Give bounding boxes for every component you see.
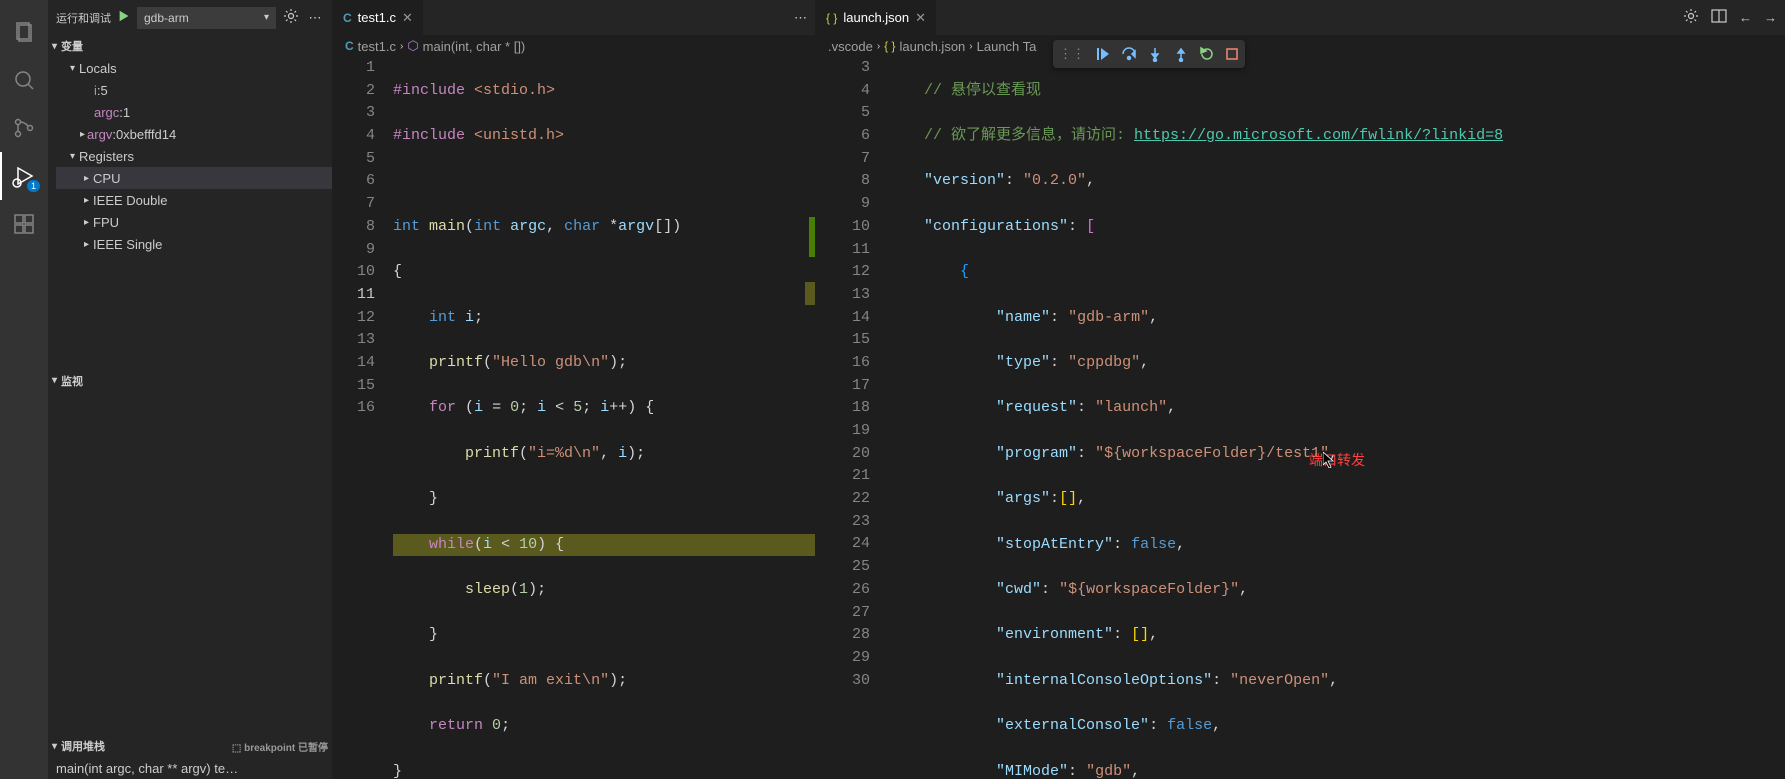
sidebar-header: 运行和调试 gdb-arm ▾ ⋯: [48, 0, 332, 35]
drag-handle-icon[interactable]: ⋮⋮: [1059, 46, 1085, 62]
chevron-down-icon: ▾: [70, 151, 75, 162]
cursor-icon: [1323, 452, 1335, 468]
step-out-button[interactable]: [1173, 46, 1189, 62]
explorer-icon[interactable]: [0, 8, 48, 56]
gear-icon[interactable]: [1683, 8, 1699, 27]
editor-pane-left: C test1.c ✕ ⋯ C test1.c › ⬡ main(int, ch…: [333, 0, 816, 779]
arrow-left-icon[interactable]: ←: [1739, 10, 1752, 25]
debug-badge: 1: [27, 180, 40, 192]
code-editor-left[interactable]: 12345678910 111213141516 #include <stdio…: [333, 57, 815, 779]
start-debug-button[interactable]: [117, 9, 131, 26]
minimap[interactable]: [805, 57, 815, 779]
callstack-section[interactable]: ▾ 调用堆栈 ⬚ breakpoint 已暂停: [48, 735, 332, 757]
reg-group[interactable]: ▸FPU: [56, 211, 332, 233]
c-file-icon: C: [345, 39, 354, 53]
sidebar-title: 运行和调试: [56, 10, 111, 26]
close-icon[interactable]: ✕: [402, 10, 413, 26]
continue-button[interactable]: [1095, 46, 1111, 62]
run-debug-icon[interactable]: 1: [0, 152, 48, 200]
gear-icon[interactable]: [282, 8, 300, 27]
var-item[interactable]: i: 5: [56, 79, 332, 101]
step-over-button[interactable]: [1121, 46, 1137, 62]
editor-pane-right: { } launch.json ✕ ← → .vscode › { } laun…: [816, 0, 1785, 779]
code-content[interactable]: // 悬停以查看现 // 欲了解更多信息，请访问: https://go.mic…: [888, 57, 1785, 779]
code-editor-right[interactable]: 3456789101112131415161718192021222324252…: [816, 57, 1785, 779]
chevron-down-icon: ▾: [52, 41, 57, 52]
launch-config-select[interactable]: gdb-arm ▾: [137, 7, 276, 29]
locals-scope[interactable]: ▾ Locals: [56, 57, 332, 79]
chevron-right-icon: ▸: [80, 129, 85, 140]
registers-scope[interactable]: ▾ Registers: [56, 145, 332, 167]
more-icon[interactable]: ⋯: [306, 10, 324, 26]
chevron-down-icon: ▾: [52, 375, 57, 386]
chevron-right-icon: ▸: [84, 217, 89, 228]
line-numbers: 3456789101112131415161718192021222324252…: [816, 57, 888, 779]
close-icon[interactable]: ✕: [915, 10, 926, 26]
reg-group[interactable]: ▸CPU: [56, 167, 332, 189]
tabs-left: C test1.c ✕ ⋯: [333, 0, 815, 35]
restart-button[interactable]: [1199, 46, 1215, 62]
activity-bar: 1: [0, 0, 48, 779]
arrow-right-icon[interactable]: →: [1764, 10, 1777, 25]
search-icon[interactable]: [0, 56, 48, 104]
breadcrumb-right[interactable]: .vscode › { } launch.json › Launch Ta: [816, 35, 1785, 57]
editor-group: C test1.c ✕ ⋯ C test1.c › ⬡ main(int, ch…: [333, 0, 1785, 779]
debug-toolbar[interactable]: ⋮⋮: [1053, 40, 1245, 68]
variables-section[interactable]: ▾ 变量: [48, 35, 332, 57]
var-item[interactable]: ▸argv: 0xbefffd14: [56, 123, 332, 145]
chevron-right-icon: ▸: [84, 239, 89, 250]
line-numbers: 12345678910 111213141516: [333, 57, 393, 779]
chevron-down-icon: ▾: [264, 12, 269, 23]
launch-config-name: gdb-arm: [144, 11, 189, 25]
breadcrumb-left[interactable]: C test1.c › ⬡ main(int, char * []): [333, 35, 815, 57]
split-editor-icon[interactable]: [1711, 8, 1727, 27]
function-icon: ⬡: [407, 38, 418, 54]
c-file-icon: C: [343, 11, 352, 25]
step-into-button[interactable]: [1147, 46, 1163, 62]
callstack-frame[interactable]: main(int argc, char ** argv) te…: [48, 757, 332, 779]
stop-button[interactable]: [1225, 47, 1239, 61]
tab-test1-c[interactable]: C test1.c ✕: [333, 0, 423, 35]
chevron-right-icon: ▸: [84, 173, 89, 184]
json-file-icon: { }: [826, 11, 837, 25]
reg-group[interactable]: ▸IEEE Double: [56, 189, 332, 211]
tab-launch-json[interactable]: { } launch.json ✕: [816, 0, 936, 35]
chevron-down-icon: ▾: [70, 63, 75, 74]
watch-section[interactable]: ▾ 监视: [48, 370, 332, 392]
debug-sidebar: 运行和调试 gdb-arm ▾ ⋯ ▾ 变量 ▾ Locals i: 5 arg…: [48, 0, 333, 779]
reg-group[interactable]: ▸IEEE Single: [56, 233, 332, 255]
var-item[interactable]: argc: 1: [56, 101, 332, 123]
callstack-status: ⬚ breakpoint 已暂停: [232, 739, 328, 754]
chevron-down-icon: ▾: [52, 741, 57, 752]
chevron-right-icon: ▸: [84, 195, 89, 206]
tabs-right: { } launch.json ✕ ← →: [816, 0, 1785, 35]
more-icon[interactable]: ⋯: [794, 10, 807, 26]
source-control-icon[interactable]: [0, 104, 48, 152]
json-file-icon: { }: [884, 39, 895, 53]
extensions-icon[interactable]: [0, 200, 48, 248]
code-content[interactable]: #include <stdio.h> #include <unistd.h> i…: [393, 57, 815, 779]
annotation-text: 端口转发: [1309, 450, 1365, 470]
